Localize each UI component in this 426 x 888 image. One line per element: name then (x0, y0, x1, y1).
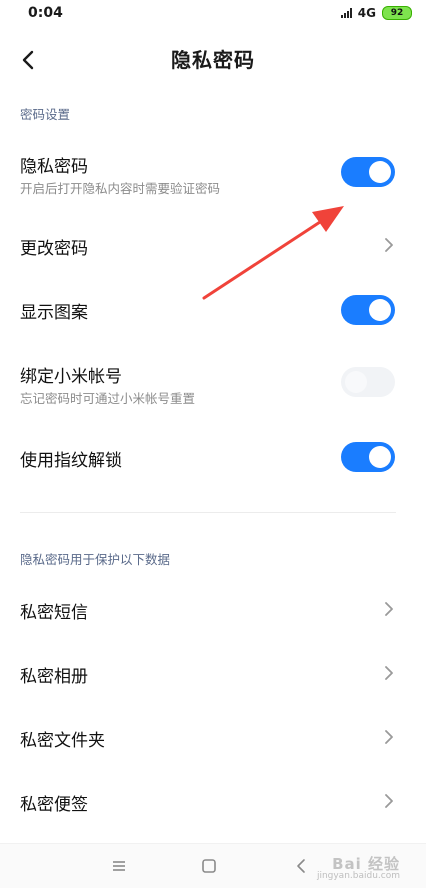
chevron-right-icon (385, 666, 393, 680)
chevron-right-icon (385, 730, 393, 744)
toggle-knob (369, 446, 391, 468)
back-icon[interactable] (292, 857, 310, 875)
row-label: 私密相册 (20, 667, 88, 687)
section-header-password-settings: 密码设置 (20, 107, 71, 122)
row-show-pattern[interactable]: 显示图案 (0, 290, 426, 330)
battery-icon: 92 (382, 6, 412, 20)
status-bar: 0:04 4G 92 (0, 0, 426, 26)
row-label: 私密短信 (20, 603, 88, 623)
row-bind-mi-account[interactable]: 绑定小米帐号 忘记密码时可通过小米帐号重置 (0, 356, 426, 414)
row-label: 隐私密码 (20, 157, 88, 177)
chevron-right-icon (385, 238, 393, 252)
chevron-right-icon (385, 794, 393, 808)
page-title: 隐私密码 (171, 48, 255, 72)
network-type: 4G (357, 6, 376, 20)
watermark: Bai 经验 jingyan.baidu.com (317, 853, 400, 881)
row-label: 更改密码 (20, 239, 88, 259)
privacy-password-toggle[interactable] (341, 157, 395, 187)
show-pattern-toggle[interactable] (341, 295, 395, 325)
row-private-folder[interactable]: 私密文件夹 (0, 718, 426, 758)
page-header: 隐私密码 (0, 38, 426, 82)
row-label: 显示图案 (20, 303, 88, 323)
row-label: 私密文件夹 (20, 731, 105, 751)
row-label: 绑定小米帐号 (20, 367, 122, 387)
row-sublabel: 开启后打开隐私内容时需要验证密码 (20, 181, 221, 196)
row-private-album[interactable]: 私密相册 (0, 654, 426, 694)
toggle-knob (345, 371, 367, 393)
home-icon[interactable] (200, 857, 218, 875)
row-sublabel: 忘记密码时可通过小米帐号重置 (20, 391, 196, 406)
row-fingerprint-unlock[interactable]: 使用指纹解锁 (0, 438, 426, 478)
chevron-right-icon (385, 602, 393, 616)
fingerprint-unlock-toggle[interactable] (341, 442, 395, 472)
signal-icon (340, 8, 352, 18)
status-indicators: 4G 92 (340, 6, 412, 20)
section-divider (20, 512, 396, 513)
row-privacy-password[interactable]: 隐私密码 开启后打开隐私内容时需要验证密码 (0, 146, 426, 204)
row-label: 私密便签 (20, 795, 88, 815)
row-label: 使用指纹解锁 (20, 451, 122, 471)
row-private-sms[interactable]: 私密短信 (0, 590, 426, 630)
status-time: 0:04 (28, 5, 63, 21)
row-private-notes[interactable]: 私密便签 (0, 782, 426, 822)
system-navigation-bar: Bai 经验 jingyan.baidu.com (0, 843, 426, 888)
bind-mi-account-toggle[interactable] (341, 367, 395, 397)
watermark-url: jingyan.baidu.com (316, 871, 400, 881)
section-header-protected-data: 隐私密码用于保护以下数据 (20, 552, 171, 567)
toggle-knob (369, 161, 391, 183)
row-change-password[interactable]: 更改密码 (0, 226, 426, 266)
battery-level: 92 (390, 8, 404, 18)
menu-icon[interactable] (110, 857, 128, 875)
toggle-knob (369, 299, 391, 321)
